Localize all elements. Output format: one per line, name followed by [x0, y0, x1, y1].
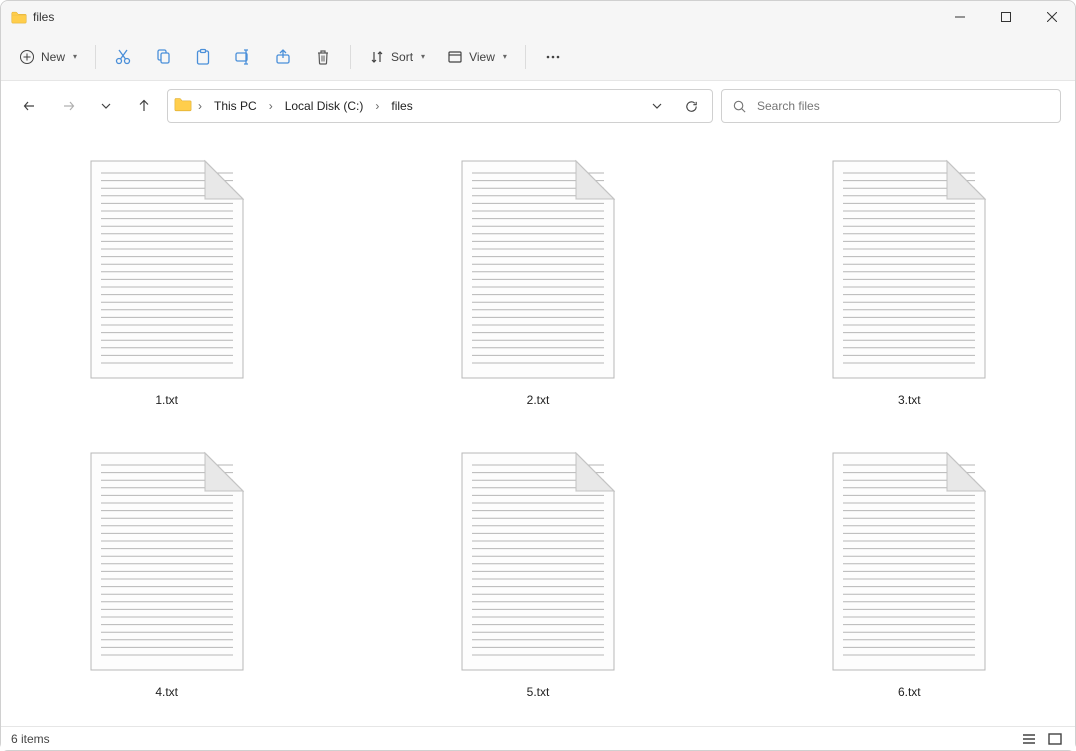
file-label: 6.txt [898, 685, 921, 699]
separator [525, 45, 526, 69]
chevron-down-icon: ▾ [421, 52, 425, 61]
chevron-right-icon: › [373, 99, 381, 113]
rename-button[interactable] [226, 40, 260, 74]
new-plus-icon [19, 49, 35, 65]
share-icon [274, 48, 292, 66]
search-input[interactable] [757, 99, 1050, 113]
file-label: 5.txt [527, 685, 550, 699]
refresh-icon [684, 99, 699, 114]
item-count: 6 items [11, 732, 50, 746]
breadcrumb-segment[interactable]: Local Disk (C:) [279, 95, 370, 117]
file-label: 3.txt [898, 393, 921, 407]
large-icons-view-button[interactable] [1045, 730, 1065, 748]
view-mode-toggles [1019, 730, 1065, 748]
file-label: 2.txt [527, 393, 550, 407]
close-button[interactable] [1029, 1, 1075, 33]
forward-button[interactable] [53, 91, 83, 121]
text-file-icon [458, 157, 618, 385]
minimize-button[interactable] [937, 1, 983, 33]
details-view-button[interactable] [1019, 730, 1039, 748]
up-button[interactable] [129, 91, 159, 121]
search-icon [732, 99, 747, 114]
scissors-icon [114, 48, 132, 66]
arrow-up-icon [136, 98, 152, 114]
chevron-down-icon [651, 100, 663, 112]
breadcrumb-segment[interactable]: This PC [208, 95, 263, 117]
chevron-right-icon: › [196, 99, 204, 113]
address-actions [642, 91, 706, 121]
list-icon [1022, 733, 1036, 745]
chevron-down-icon: ▾ [73, 52, 77, 61]
recent-button[interactable] [91, 91, 121, 121]
more-button[interactable] [536, 40, 570, 74]
refresh-button[interactable] [676, 91, 706, 121]
grid-large-icon [1048, 733, 1062, 745]
copy-icon [154, 48, 172, 66]
new-button[interactable]: New ▾ [11, 40, 85, 74]
copy-button[interactable] [146, 40, 180, 74]
chevron-down-icon [100, 100, 112, 112]
delete-button[interactable] [306, 40, 340, 74]
chevron-down-icon: ▾ [503, 52, 507, 61]
share-button[interactable] [266, 40, 300, 74]
view-icon [447, 49, 463, 65]
file-label: 4.txt [155, 685, 178, 699]
address-bar[interactable]: › This PC › Local Disk (C:) › files [167, 89, 713, 123]
sort-icon [369, 49, 385, 65]
text-file-icon [458, 449, 618, 677]
titlebar: files [1, 1, 1075, 33]
file-item[interactable]: 2.txt [438, 151, 638, 413]
sort-button[interactable]: Sort ▾ [361, 40, 433, 74]
separator [350, 45, 351, 69]
file-item[interactable]: 1.txt [67, 151, 267, 413]
window-controls [937, 1, 1075, 33]
file-item[interactable]: 4.txt [67, 443, 267, 705]
address-dropdown[interactable] [642, 91, 672, 121]
folder-icon [11, 11, 27, 24]
text-file-icon [829, 449, 989, 677]
file-label: 1.txt [155, 393, 178, 407]
maximize-button[interactable] [983, 1, 1029, 33]
file-item[interactable]: 3.txt [809, 151, 1009, 413]
file-grid: 1.txt 2.txt 3.txt 4.txt 5.txt 6.txt [41, 151, 1035, 705]
content-area: 1.txt 2.txt 3.txt 4.txt 5.txt 6.txt [1, 131, 1075, 726]
rename-icon [234, 48, 252, 66]
text-file-icon [829, 157, 989, 385]
window-title: files [33, 10, 54, 24]
view-label: View [469, 50, 495, 64]
text-file-icon [87, 157, 247, 385]
view-button[interactable]: View ▾ [439, 40, 515, 74]
more-icon [544, 48, 562, 66]
chevron-right-icon: › [267, 99, 275, 113]
paste-button[interactable] [186, 40, 220, 74]
trash-icon [314, 48, 332, 66]
arrow-left-icon [22, 98, 38, 114]
folder-icon [174, 97, 192, 115]
back-button[interactable] [15, 91, 45, 121]
cut-button[interactable] [106, 40, 140, 74]
breadcrumb-segment[interactable]: files [385, 95, 418, 117]
search-box[interactable] [721, 89, 1061, 123]
file-item[interactable]: 5.txt [438, 443, 638, 705]
status-bar: 6 items [1, 726, 1075, 750]
sort-label: Sort [391, 50, 413, 64]
arrow-right-icon [60, 98, 76, 114]
text-file-icon [87, 449, 247, 677]
title-left: files [1, 10, 54, 24]
toolbar: New ▾ [1, 33, 1075, 81]
separator [95, 45, 96, 69]
new-label: New [41, 50, 65, 64]
paste-icon [194, 48, 212, 66]
file-item[interactable]: 6.txt [809, 443, 1009, 705]
address-row: › This PC › Local Disk (C:) › files [1, 81, 1075, 131]
